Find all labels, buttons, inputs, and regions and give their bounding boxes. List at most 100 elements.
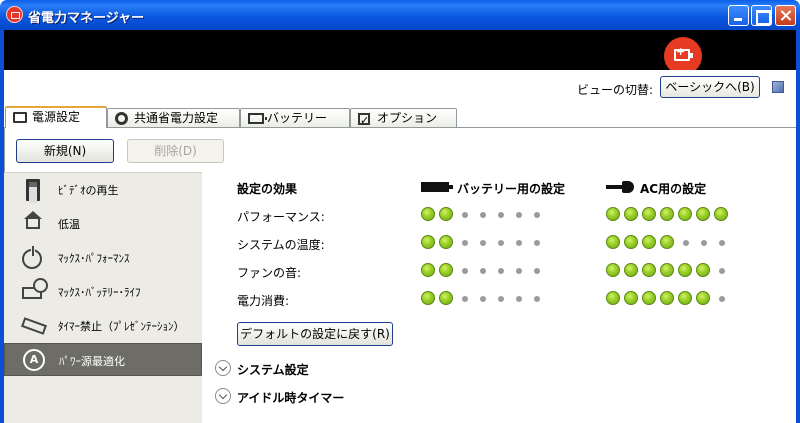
tab-label: オプション [377,111,438,125]
level-dot-filled [660,263,674,277]
level-dot-empty [516,296,522,302]
level-dot-empty [516,240,522,246]
level-dot-filled [606,291,620,305]
scheme-label: ﾀｲﾏｰ禁止（ﾌﾟﾚｾﾞﾝﾃｰｼｮﾝ） [58,320,185,333]
scheme-item-low-temp[interactable]: 低温 [4,207,202,240]
view-switch-label: ビューの切替: [577,83,654,97]
level-dot-filled [624,235,638,249]
scheme-item-max-performance[interactable]: ﾏｯｸｽ･ﾊﾟﾌｫｰﾏﾝｽ [4,241,202,274]
level-dot-filled [606,263,620,277]
tab-power-settings[interactable]: 電源設定 [5,106,107,128]
chevron-down-icon[interactable] [215,360,231,376]
app-icon [6,6,23,23]
level-dot-filled [624,263,638,277]
tab-label: 電源設定 [32,110,81,124]
level-dot-filled [606,207,620,221]
view-switch-bar: ビューの切替: ベーシックへ(B) [4,70,796,106]
tab-common-power-saving[interactable]: 共通省電力設定 [107,108,240,128]
delete-scheme-button[interactable]: 削除(D) [127,139,224,163]
house-icon [24,211,42,229]
level-dot-empty [480,240,486,246]
battery-settings-heading: バッテリー用の設定 [457,182,566,196]
level-dot-filled [421,207,435,221]
window-title: 省電力マネージャー [28,11,145,26]
power-icon [22,245,42,269]
level-dot-empty [462,296,468,302]
battery-icon [248,113,267,124]
close-button[interactable] [775,5,796,26]
tab-strip: 共通省電力設定 バッテリー オプション 電源設定 [4,106,796,130]
level-dot-filled [421,263,435,277]
level-dot-filled [660,291,674,305]
level-dot-filled [660,235,674,249]
title-bar[interactable]: 省電力マネージャー [0,0,800,30]
level-dot-empty [534,268,540,274]
scheme-item-max-battery-life[interactable]: ﾏｯｸｽ･ﾊﾞｯﾃﾘｰ･ﾗｲﾌ [4,275,202,308]
level-dot-empty [534,296,540,302]
chevron-down-icon[interactable] [215,388,231,404]
level-dot-filled [642,207,656,221]
new-scheme-button[interactable]: 新規(N) [16,139,114,163]
scheme-label: 低温 [58,218,80,231]
scheme-label: ﾏｯｸｽ･ﾊﾞｯﾃﾘｰ･ﾗｲﾌ [58,286,141,299]
level-dot-empty [498,296,504,302]
battery-clock-icon [22,278,48,299]
effect-row-label: ファンの音: [237,266,302,280]
level-dot-filled [696,291,710,305]
level-dot-filled [624,207,638,221]
power-scheme-list[interactable]: ﾋﾞﾃﾞｵの再生 低温 ﾏｯｸｽ･ﾊﾟﾌｫｰﾏﾝｽ ﾏｯｸｽ･ﾊﾞｯﾃﾘｰ･ﾗｲ… [4,172,202,423]
level-dot-filled [439,235,453,249]
auto-icon: A [23,349,45,371]
checkbox-icon [358,111,370,130]
scheme-label: ﾋﾞﾃﾞｵの再生 [58,184,119,197]
level-dot-filled [678,291,692,305]
level-dot-filled [439,207,453,221]
level-dot-empty [719,268,725,274]
level-dot-filled [696,263,710,277]
level-dot-empty [719,296,725,302]
level-dot-filled [678,207,692,221]
ac-plug-icon [606,181,634,193]
effect-row-label: システムの温度: [237,238,325,252]
level-dot-filled [421,235,435,249]
level-dot-empty [701,240,707,246]
scheme-label: ﾏｯｸｽ･ﾊﾟﾌｫｰﾏﾝｽ [58,252,130,265]
level-dot-filled [642,235,656,249]
maximize-button[interactable] [751,5,772,26]
tab-label: バッテリー [267,111,328,125]
level-dot-empty [534,212,540,218]
level-dot-filled [714,207,728,221]
gear-icon [115,112,128,125]
scheme-item-video[interactable]: ﾋﾞﾃﾞｵの再生 [4,173,202,206]
level-dot-empty [462,212,468,218]
level-dot-empty [462,268,468,274]
help-book-icon[interactable] [772,81,784,93]
scheme-item-power-source-optimized[interactable]: A ﾊﾟﾜｰ源最適化 [4,343,202,376]
minimize-button[interactable] [728,5,749,26]
effects-heading: 設定の効果 [237,182,298,196]
level-dot-empty [498,268,504,274]
level-dot-empty [516,268,522,274]
projector-icon [21,317,47,335]
level-dot-filled [439,263,453,277]
level-dot-filled [678,263,692,277]
level-dot-filled [439,291,453,305]
level-dot-filled [606,235,620,249]
ac-settings-heading: AC用の設定 [640,182,707,196]
level-dot-filled [660,207,674,221]
level-dot-empty [498,240,504,246]
tab-options[interactable]: オプション [350,108,457,130]
system-settings-label: システム設定 [237,363,309,377]
level-dot-empty [719,240,725,246]
tab-battery[interactable]: バッテリー [240,108,350,128]
level-dot-filled [624,291,638,305]
level-dot-empty [516,212,522,218]
basic-view-button[interactable]: ベーシックへ(B) [660,76,760,98]
battery-icon [421,182,453,192]
scheme-item-presentation[interactable]: ﾀｲﾏｰ禁止（ﾌﾟﾚｾﾞﾝﾃｰｼｮﾝ） [4,309,202,342]
effect-row-label: 電力消費: [237,294,290,308]
level-dot-filled [642,263,656,277]
level-dot-empty [683,240,689,246]
idle-timer-label: アイドル時タイマー [237,391,345,405]
reset-defaults-button[interactable]: デフォルトの設定に戻す(R) [237,322,393,346]
